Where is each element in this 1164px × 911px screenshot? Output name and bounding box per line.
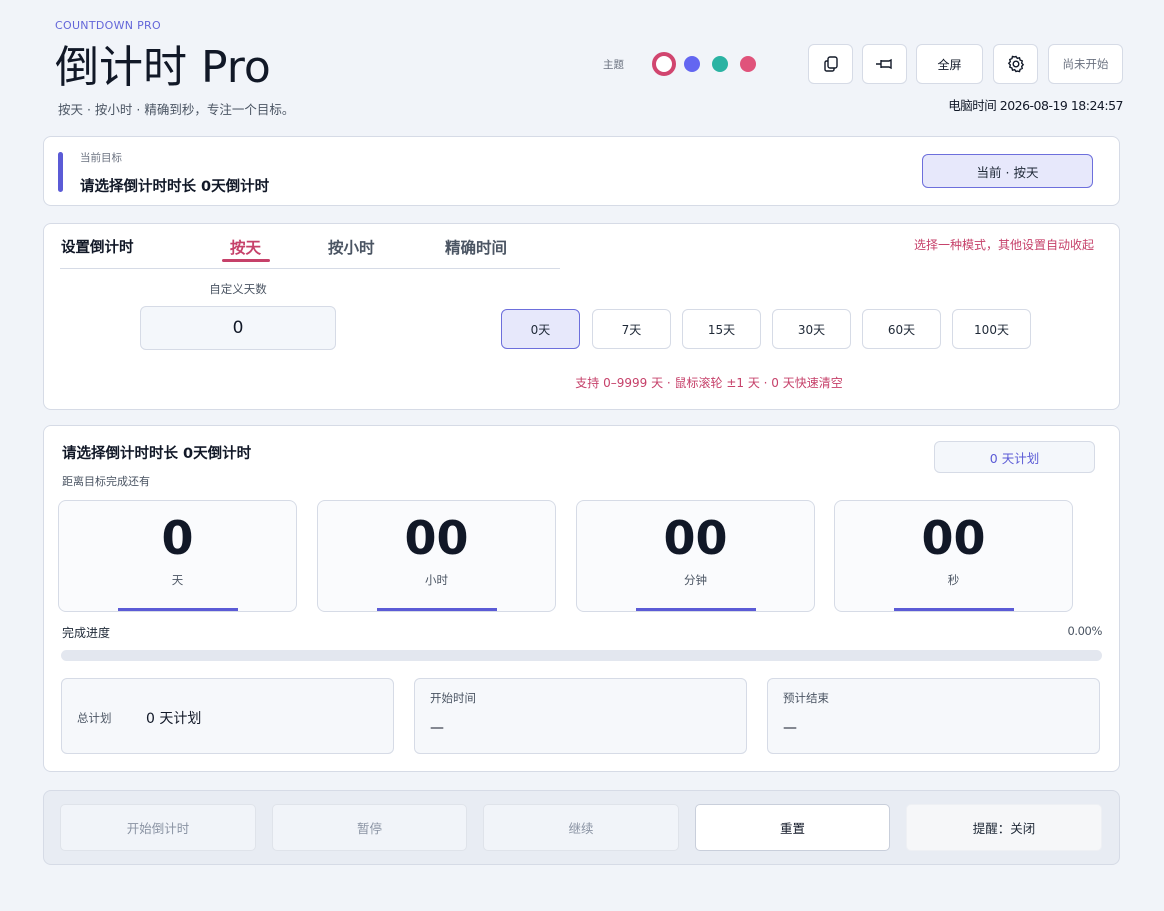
total-plan-label: 总计划: [77, 711, 112, 725]
start-time-value: —: [430, 720, 444, 736]
unit-hours-label: 小时: [425, 573, 448, 587]
preset-30-days[interactable]: 30天: [772, 309, 851, 349]
unit-minutes-value: 00: [663, 511, 728, 565]
goal-text: 请选择倒计时时长 0天倒计时: [80, 179, 270, 195]
info-start-time: 开始时间 —: [414, 678, 747, 754]
tab-exact-time[interactable]: 精确时间: [445, 236, 507, 258]
progress-percent: 0.00%: [1067, 624, 1102, 638]
theme-swatch-teal[interactable]: [712, 56, 728, 72]
unit-seconds: 00 秒: [834, 500, 1073, 612]
copy-icon: [823, 56, 838, 72]
expected-end-value: —: [783, 720, 797, 736]
unit-accent-bar: [377, 608, 497, 611]
settings-hint: 选择一种模式，其他设置自动收起: [913, 238, 1094, 252]
unit-minutes: 00 分钟: [576, 500, 815, 612]
page-subtitle: 按天 · 按小时 · 精确到秒，专注一个目标。: [58, 102, 295, 117]
unit-days-label: 天: [171, 573, 184, 587]
custom-days-input[interactable]: [140, 306, 336, 350]
preset-15-days[interactable]: 15天: [682, 309, 761, 349]
theme-swatch-indigo[interactable]: [684, 56, 700, 72]
settings-support-text: 支持 0–9999 天 · 鼠标滚轮 ±1 天 · 0 天快速清空: [575, 376, 843, 390]
unit-accent-bar: [894, 608, 1014, 611]
preset-60-days[interactable]: 60天: [862, 309, 941, 349]
preset-100-days[interactable]: 100天: [952, 309, 1031, 349]
computer-clock: 电脑时间 2026-08-19 18:24:57: [948, 98, 1123, 113]
unit-days-value: 0: [161, 511, 194, 565]
unit-minutes-label: 分钟: [684, 573, 707, 587]
theme-label: 主题: [603, 59, 624, 71]
unit-hours-value: 00: [404, 511, 469, 565]
unit-accent-bar: [636, 608, 756, 611]
tab-hours[interactable]: 按小时: [328, 236, 375, 258]
start-time-label: 开始时间: [430, 691, 476, 705]
total-plan-value: 0 天计划: [146, 711, 202, 727]
status-button[interactable]: 尚未开始: [1048, 44, 1123, 84]
copy-button[interactable]: [808, 44, 853, 84]
info-total-plan: 总计划 0 天计划: [61, 678, 394, 754]
theme-swatch-pink[interactable]: [740, 56, 756, 72]
info-expected-end: 预计结束 —: [767, 678, 1100, 754]
goal-label: 当前目标: [80, 152, 122, 164]
tab-days[interactable]: 按天: [230, 236, 261, 258]
tab-divider: [60, 268, 560, 269]
goal-accent-bar: [58, 152, 63, 192]
progress-track: [61, 650, 1102, 661]
reset-button[interactable]: 重置: [695, 804, 890, 851]
page-title: 倒计时 Pro: [55, 42, 271, 93]
expected-end-label: 预计结束: [783, 691, 829, 705]
active-tab-underline: [222, 259, 270, 262]
unit-seconds-value: 00: [921, 511, 986, 565]
settings-title: 设置倒计时: [61, 240, 134, 256]
plan-badge: 0 天计划: [934, 441, 1095, 473]
preset-7-days[interactable]: 7天: [592, 309, 671, 349]
unit-accent-bar: [118, 608, 238, 611]
reminder-toggle[interactable]: 提醒：关闭: [906, 804, 1102, 851]
countdown-title: 请选择倒计时时长 0天倒计时: [62, 446, 252, 462]
brand-label: COUNTDOWN PRO: [55, 19, 161, 32]
resume-button[interactable]: 继续: [483, 804, 679, 851]
settings-button[interactable]: [993, 44, 1038, 84]
fullscreen-button[interactable]: 全屏: [916, 44, 983, 84]
unit-seconds-label: 秒: [947, 573, 960, 587]
progress-label: 完成进度: [62, 626, 111, 640]
custom-days-label: 自定义天数: [209, 282, 267, 296]
unit-hours: 00 小时: [317, 500, 556, 612]
pin-button[interactable]: [862, 44, 907, 84]
theme-swatch-rose-selected[interactable]: [652, 52, 676, 76]
pin-icon: [875, 58, 892, 70]
unit-days: 0 天: [58, 500, 297, 612]
goal-mode-badge[interactable]: 当前 · 按天: [922, 154, 1093, 188]
countdown-subtitle: 距离目标完成还有: [62, 475, 150, 488]
preset-0-days[interactable]: 0天: [501, 309, 580, 349]
pause-button[interactable]: 暂停: [272, 804, 467, 851]
gear-icon: [1007, 55, 1024, 73]
start-countdown-button[interactable]: 开始倒计时: [60, 804, 256, 851]
